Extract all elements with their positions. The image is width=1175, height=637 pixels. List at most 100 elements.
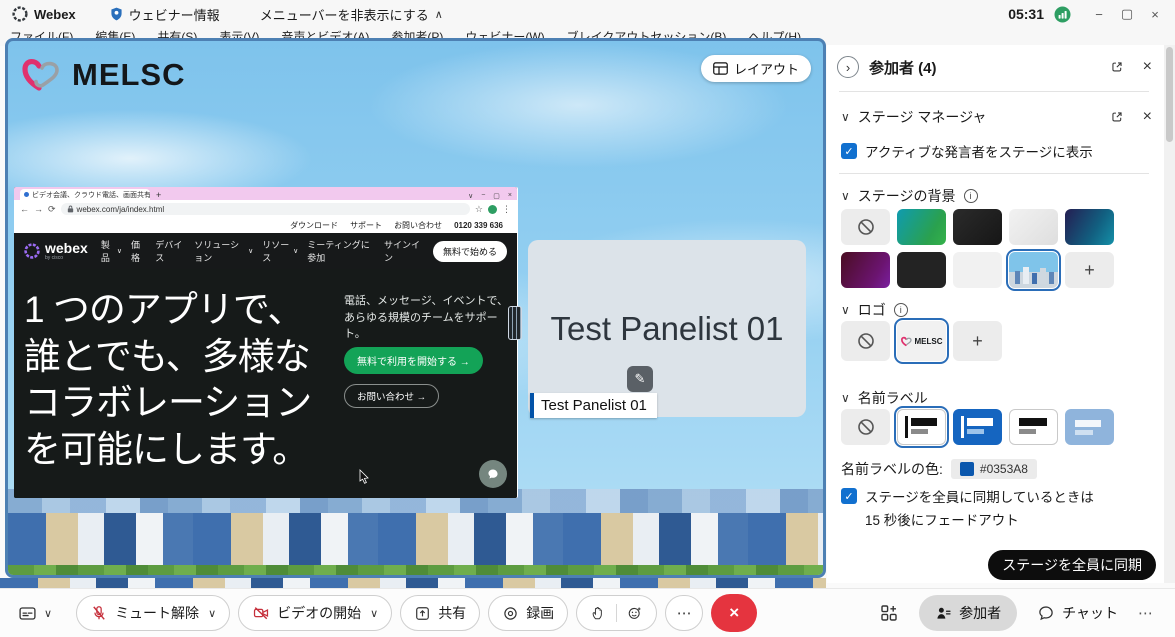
star-icon[interactable]: ☆ (475, 204, 483, 215)
close-stage-manager-icon[interactable]: × (1143, 108, 1152, 126)
forward-icon[interactable]: → (34, 204, 43, 214)
start-video-caret-icon[interactable]: ∨ (370, 607, 378, 620)
site-nav-pricing[interactable]: 価格 (131, 238, 146, 264)
browser-profile-avatar[interactable] (488, 205, 497, 214)
browser-tab[interactable]: ビデオ会議、クラウド電話、画面共有 × (20, 189, 150, 200)
popout-panel-icon[interactable] (1110, 60, 1124, 74)
reload-icon[interactable]: ⟳ (48, 204, 56, 215)
browser-minimize-icon[interactable]: − (481, 192, 485, 200)
sidebar-scrollbar[interactable] (1164, 45, 1175, 583)
chat-toggle-button[interactable]: チャット (1037, 603, 1118, 623)
name-label-style-2[interactable] (953, 409, 1002, 445)
site-nav-products[interactable]: 製品∨ (101, 238, 122, 264)
scrollbar-thumb[interactable] (1166, 47, 1173, 142)
start-video-button[interactable]: ビデオの開始 ∨ (238, 595, 392, 631)
shared-screen: ビデオ会議、クラウド電話、画面共有 × + ∨ − ▢ × ← → ⟳ webe… (14, 187, 517, 498)
background-swatch-teal[interactable] (1065, 209, 1114, 245)
panelist-video-tile[interactable]: Test Panelist 01 ✎ (528, 240, 806, 417)
record-button[interactable]: 録画 (488, 595, 568, 631)
background-swatch-dark[interactable] (953, 209, 1002, 245)
record-label: 録画 (526, 603, 554, 623)
logo-info-icon[interactable]: i (894, 303, 908, 317)
site-chat-widget-button[interactable] (479, 460, 507, 488)
site-nav-solutions[interactable]: ソリューション∨ (194, 238, 253, 264)
sync-stage-button[interactable]: ステージを全員に同期 (988, 550, 1156, 580)
site-nav-devices[interactable]: デバイス (155, 238, 185, 264)
browser-menu-icon[interactable]: ⋮ (502, 204, 511, 215)
link-download[interactable]: ダウンロード (290, 220, 338, 231)
stage-resize-handle[interactable] (508, 306, 522, 340)
site-hero: 1 つのアプリで、誰とでも、多様なコラボレーションを可能にします。 電話、メッセ… (14, 269, 517, 498)
participants-toggle-button[interactable]: 参加者 (919, 595, 1017, 631)
captions-caret-icon[interactable]: ∨ (44, 607, 52, 620)
background-swatch-city-selected[interactable] (1009, 252, 1058, 288)
logo-swatch-melsc-selected[interactable]: MELSC (897, 321, 946, 361)
hero-primary-cta-button[interactable]: 無料で利用を開始する → (344, 347, 483, 374)
captions-button[interactable]: ∨ (18, 604, 52, 623)
active-speaker-checkbox[interactable]: ✓ (841, 143, 857, 159)
close-panel-icon[interactable]: × (1143, 58, 1152, 76)
muted-mic-icon (90, 604, 108, 622)
app-name: Webex (34, 7, 76, 22)
collapse-logo-icon[interactable]: ∨ (841, 303, 850, 317)
share-button[interactable]: 共有 (400, 595, 480, 631)
pencil-icon: ✎ (635, 371, 646, 387)
collapse-background-icon[interactable]: ∨ (841, 189, 850, 203)
shield-icon (110, 7, 123, 21)
name-label-style-4[interactable] (1065, 409, 1114, 445)
more-options-button[interactable]: ⋯ (665, 595, 703, 631)
webinar-info-button[interactable]: ウェビナー情報 (110, 5, 220, 24)
site-header-cta-button[interactable]: 無料で始める (433, 241, 507, 262)
background-none-swatch[interactable] (841, 209, 890, 245)
unmute-caret-icon[interactable]: ∨ (208, 607, 216, 620)
browser-dropdown-icon[interactable]: ∨ (468, 192, 473, 200)
popout-stage-manager-icon[interactable] (1110, 110, 1124, 124)
browser-close-icon[interactable]: × (508, 192, 512, 200)
webex-site-brand: webex by cisco (24, 241, 88, 261)
sync-fadeout-checkbox[interactable]: ✓ (841, 488, 857, 504)
site-signin-link[interactable]: サインイン (384, 238, 422, 264)
maximize-button[interactable]: ▢ (1113, 6, 1141, 22)
link-support[interactable]: サポート (350, 220, 382, 231)
browser-maximize-icon[interactable]: ▢ (493, 192, 500, 200)
unmute-button[interactable]: ミュート解除 ∨ (76, 595, 230, 631)
back-icon[interactable]: ← (20, 204, 29, 214)
leave-webinar-button[interactable]: × (711, 594, 757, 632)
new-tab-button[interactable]: + (156, 190, 161, 200)
logo-none-swatch[interactable] (841, 321, 890, 361)
background-swatch-green[interactable] (897, 209, 946, 245)
site-header: webex by cisco 製品∨ 価格 デバイス ソリューション∨ リソース… (14, 233, 517, 269)
logo-swatches-row: MELSC + (841, 321, 1002, 361)
edit-name-label-button[interactable]: ✎ (627, 366, 653, 392)
minimize-button[interactable]: − (1085, 7, 1113, 22)
url-field[interactable]: webex.com/ja/index.html (61, 203, 470, 215)
background-swatch-purple[interactable] (841, 252, 890, 288)
link-contact[interactable]: お問い合わせ (394, 220, 442, 231)
name-label-style-3[interactable] (1009, 409, 1058, 445)
add-background-button[interactable]: + (1065, 252, 1114, 288)
background-swatch-white[interactable] (953, 252, 1002, 288)
apps-button[interactable] (879, 603, 899, 623)
name-label-style-1-selected[interactable] (897, 409, 946, 445)
collapse-stage-manager-icon[interactable]: ∨ (841, 110, 850, 124)
add-logo-button[interactable]: + (953, 321, 1002, 361)
layout-button[interactable]: レイアウト (701, 55, 811, 82)
reactions-button[interactable] (627, 605, 643, 621)
site-join-meeting-link[interactable]: ミーティングに参加 (307, 238, 375, 264)
site-nav-resources[interactable]: リソース∨ (262, 238, 298, 264)
raise-hand-icon[interactable] (590, 605, 606, 621)
name-label-color-picker[interactable]: #0353A8 (951, 459, 1037, 479)
site-brand-sub: by cisco (45, 255, 88, 261)
hide-menubar-button[interactable]: メニューバーを非表示にする ∧ (260, 5, 443, 24)
background-swatch-light[interactable] (1009, 209, 1058, 245)
background-swatch-black[interactable] (897, 252, 946, 288)
name-label-none-swatch[interactable] (841, 409, 890, 445)
hero-secondary-cta-button[interactable]: お問い合わせ → (344, 384, 439, 408)
background-info-icon[interactable]: i (964, 189, 978, 203)
collapse-panel-button[interactable]: › (837, 56, 859, 78)
collapse-name-label-icon[interactable]: ∨ (841, 391, 850, 405)
close-window-button[interactable]: × (1141, 7, 1169, 22)
title-bar: Webex ウェビナー情報 メニューバーを非表示にする ∧ 05:31 − ▢ … (0, 0, 1175, 28)
webex-app-brand: Webex (12, 6, 76, 22)
more-panels-button[interactable]: ⋯ (1138, 604, 1153, 622)
